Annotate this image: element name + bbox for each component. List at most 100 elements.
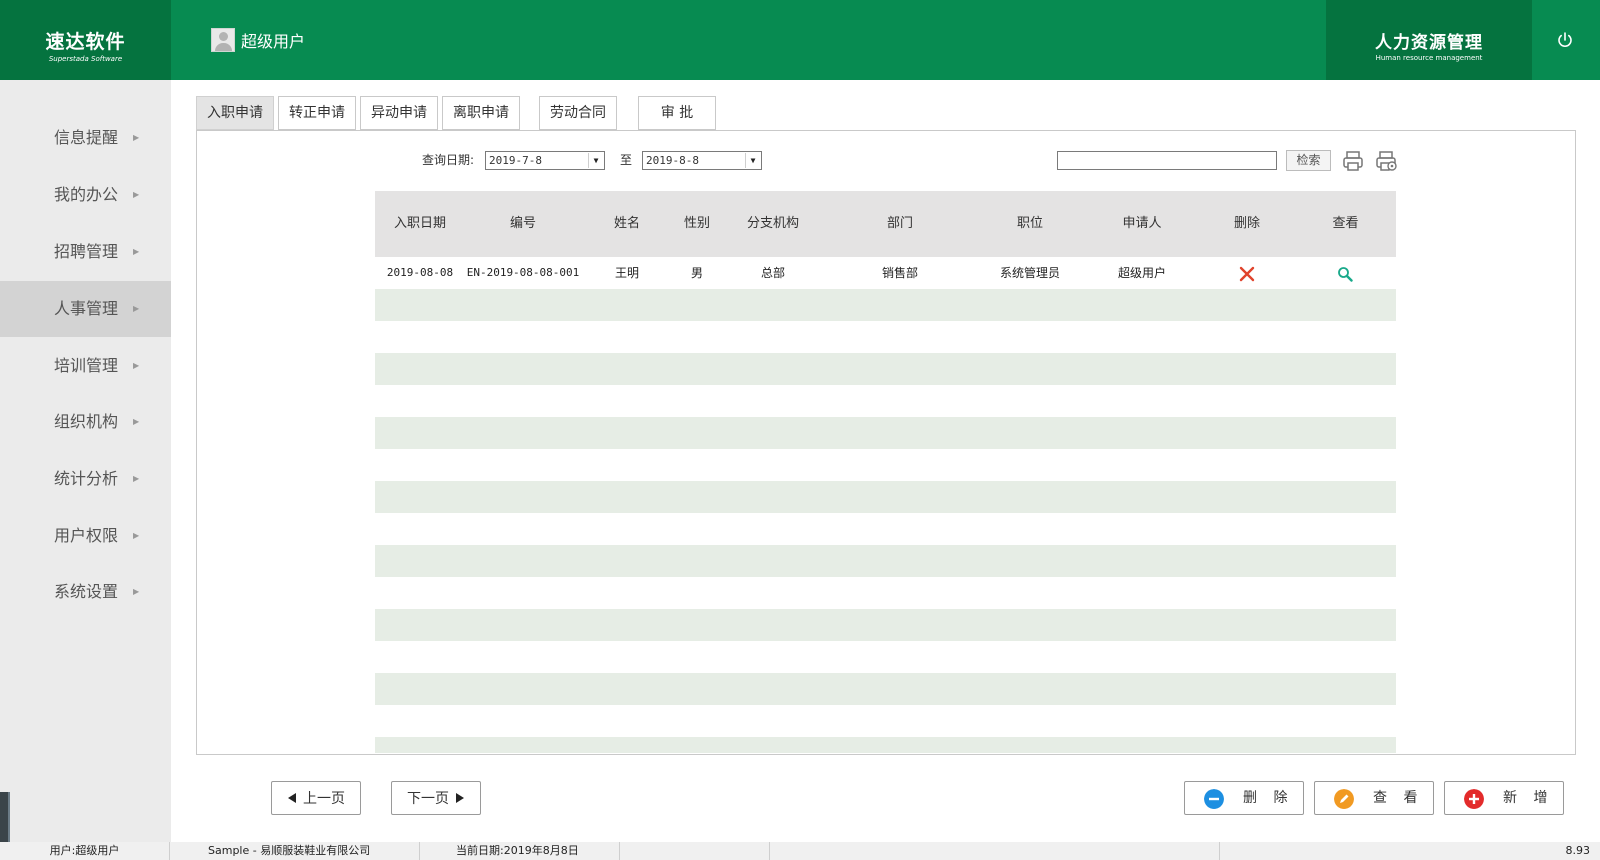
sidebar-item-label: 招聘管理 bbox=[54, 242, 119, 261]
next-page-button[interactable]: 下一页 bbox=[391, 781, 481, 815]
power-icon[interactable] bbox=[1556, 31, 1574, 49]
chevron-right-icon: ▶ bbox=[133, 587, 140, 596]
chevron-right-icon: ▶ bbox=[133, 133, 140, 142]
tab-onboarding-application[interactable]: 入职申请 bbox=[196, 96, 274, 130]
table-row-empty bbox=[375, 481, 1396, 513]
table-row-empty bbox=[375, 289, 1396, 321]
chevron-right-icon: ▶ bbox=[133, 304, 140, 313]
chevron-right-icon: ▶ bbox=[133, 531, 140, 540]
date-from-select[interactable]: 2019-7-8 ▼ bbox=[485, 151, 605, 170]
next-page-label: 下一页 bbox=[407, 791, 449, 807]
chevron-right-icon: ▶ bbox=[133, 247, 140, 256]
sidebar-item-recruitment[interactable]: 招聘管理 ▶ bbox=[0, 224, 171, 280]
plus-circle-icon bbox=[1464, 789, 1484, 809]
close-icon[interactable] bbox=[1239, 266, 1255, 282]
sidebar-item-statistics[interactable]: 统计分析 ▶ bbox=[0, 451, 171, 507]
table-row-empty bbox=[375, 353, 1396, 385]
module-brand: 人力资源管理 Human resource management bbox=[1326, 0, 1532, 80]
table-row-empty bbox=[375, 545, 1396, 577]
column-header: 部门 bbox=[886, 216, 913, 231]
module-subtitle: Human resource management bbox=[1375, 54, 1483, 62]
triangle-right-icon bbox=[456, 793, 464, 803]
cell-department: 销售部 bbox=[881, 266, 918, 280]
avatar bbox=[211, 28, 235, 52]
current-user[interactable]: 超级用户 bbox=[211, 28, 305, 52]
query-date-label: 查询日期: bbox=[422, 153, 475, 167]
print-settings-icon[interactable] bbox=[1374, 149, 1398, 173]
current-user-name: 超级用户 bbox=[241, 32, 306, 51]
sidebar-item-label: 我的办公 bbox=[54, 185, 119, 204]
sidebar-item-label: 系统设置 bbox=[54, 582, 119, 601]
tab-transfer-application[interactable]: 异动申请 bbox=[360, 96, 438, 130]
search-input[interactable] bbox=[1057, 151, 1277, 170]
status-bar: 用户:超级用户 Sample - 易顺服装鞋业有限公司 当前日期:2019年8月… bbox=[0, 842, 1600, 860]
sidebar-item-label: 人事管理 bbox=[54, 299, 119, 318]
table-row-empty bbox=[375, 673, 1396, 705]
cell-branch: 总部 bbox=[760, 266, 785, 280]
side-handle[interactable] bbox=[0, 792, 10, 842]
sidebar-item-system-settings[interactable]: 系统设置 ▶ bbox=[0, 564, 171, 620]
cell-name: 王明 bbox=[614, 266, 639, 280]
triangle-left-icon bbox=[288, 793, 296, 803]
date-to-value: 2019-8-8 bbox=[646, 154, 699, 167]
cell-date: 2019-08-08 bbox=[386, 266, 454, 279]
sidebar-item-personnel[interactable]: 人事管理 ▶ bbox=[0, 281, 171, 337]
table-row[interactable]: 2019-08-08 EN-2019-08-08-001 王明 男 总部 销售部… bbox=[375, 257, 1396, 289]
printer-icon[interactable] bbox=[1341, 149, 1365, 173]
tab-regularization-application[interactable]: 转正申请 bbox=[278, 96, 356, 130]
chevron-right-icon: ▶ bbox=[133, 361, 140, 370]
cell-applicant: 超级用户 bbox=[1117, 266, 1166, 280]
add-label: 新 增 bbox=[1503, 790, 1554, 806]
view-button[interactable]: 查 看 bbox=[1314, 781, 1434, 815]
column-header: 性别 bbox=[683, 216, 710, 231]
prev-page-button[interactable]: 上一页 bbox=[271, 781, 361, 815]
status-version: 8.93 bbox=[1565, 844, 1591, 857]
delete-button[interactable]: 删 除 bbox=[1184, 781, 1304, 815]
status-blank-1 bbox=[620, 842, 770, 860]
top-header: 速达软件 Superstada Software 超级用户 人力资源管理 Hum… bbox=[0, 0, 1600, 80]
sidebar-item-label: 用户权限 bbox=[54, 526, 119, 545]
column-header: 查看 bbox=[1332, 216, 1359, 231]
chevron-right-icon: ▶ bbox=[133, 474, 140, 483]
status-company: Sample - 易顺服装鞋业有限公司 bbox=[170, 842, 420, 860]
logo-subtitle: Superstada Software bbox=[48, 55, 123, 63]
search-button[interactable]: 检索 bbox=[1286, 150, 1331, 171]
tab-labor-contract[interactable]: 劳动合同 bbox=[539, 96, 617, 130]
column-header: 编号 bbox=[509, 216, 536, 231]
table-header: 入职日期 编号 姓名 性别 分支机构 部门 职位 申请人 删除 查看 bbox=[375, 191, 1396, 257]
sidebar-item-info-reminder[interactable]: 信息提醒 ▶ bbox=[0, 110, 171, 166]
search-icon[interactable] bbox=[1337, 266, 1353, 282]
column-header: 申请人 bbox=[1122, 216, 1162, 231]
chevron-right-icon: ▶ bbox=[133, 417, 140, 426]
sidebar-item-training[interactable]: 培训管理 ▶ bbox=[0, 338, 171, 394]
column-header: 入职日期 bbox=[393, 216, 446, 231]
table-row-empty bbox=[375, 609, 1396, 641]
sidebar-item-user-permissions[interactable]: 用户权限 ▶ bbox=[0, 508, 171, 564]
sidebar-item-organization[interactable]: 组织机构 ▶ bbox=[0, 394, 171, 450]
cell-position: 系统管理员 bbox=[999, 266, 1060, 280]
table-row-empty bbox=[375, 737, 1396, 753]
status-user: 用户:超级用户 bbox=[0, 842, 170, 860]
sidebar-item-label: 组织机构 bbox=[54, 412, 119, 431]
column-header: 职位 bbox=[1016, 216, 1043, 231]
sidebar-item-label: 信息提醒 bbox=[54, 128, 119, 147]
delete-label: 删 除 bbox=[1243, 790, 1294, 806]
prev-page-label: 上一页 bbox=[303, 791, 345, 807]
date-from-value: 2019-7-8 bbox=[489, 154, 542, 167]
date-to-select[interactable]: 2019-8-8 ▼ bbox=[642, 151, 762, 170]
sidebar-item-my-office[interactable]: 我的办公 ▶ bbox=[0, 167, 171, 223]
logo-title: 速达软件 bbox=[45, 31, 126, 53]
sidebar-item-label: 培训管理 bbox=[54, 356, 119, 375]
tab-resignation-application[interactable]: 离职申请 bbox=[442, 96, 520, 130]
date-to-label: 至 bbox=[620, 153, 633, 167]
tab-approval[interactable]: 审 批 bbox=[638, 96, 716, 130]
add-button[interactable]: 新 增 bbox=[1444, 781, 1564, 815]
column-header: 分支机构 bbox=[746, 216, 799, 231]
chevron-right-icon: ▶ bbox=[133, 190, 140, 199]
edit-pencil-icon bbox=[1334, 789, 1354, 809]
minus-circle-icon bbox=[1204, 789, 1224, 809]
dropdown-arrow-icon: ▼ bbox=[745, 153, 760, 168]
company-logo: 速达软件 Superstada Software bbox=[0, 0, 171, 80]
status-date: 当前日期:2019年8月8日 bbox=[420, 842, 620, 860]
table-row-empty bbox=[375, 417, 1396, 449]
